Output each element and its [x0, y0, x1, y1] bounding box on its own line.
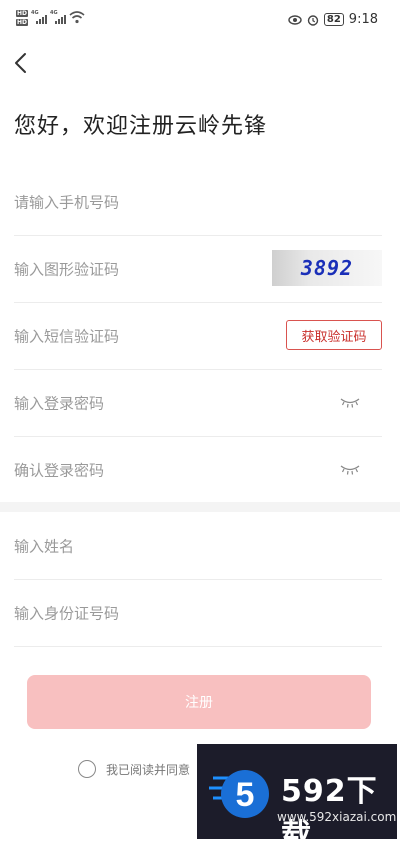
- hd-badge: HD: [16, 19, 29, 26]
- password-placeholder: 输入登录密码: [14, 394, 105, 412]
- back-button[interactable]: [10, 50, 34, 76]
- eye-closed-icon[interactable]: [340, 397, 360, 409]
- hd-indicators: HD HD: [16, 10, 29, 26]
- name-placeholder: 输入姓名: [14, 537, 75, 555]
- signal-icon: 4G: [31, 10, 48, 24]
- eye-icon: [288, 14, 302, 25]
- confirm-password-placeholder: 确认登录密码: [14, 461, 105, 479]
- captcha-code: 3892: [300, 256, 354, 280]
- chevron-left-icon: [15, 53, 26, 73]
- captcha-input[interactable]: 输入图形验证码 3892: [14, 235, 382, 303]
- clock: 9:18: [348, 12, 378, 27]
- status-bar: HD HD 4G 4G 82 9:18: [0, 0, 400, 42]
- watermark-logo: 5: [209, 770, 269, 818]
- phone-input[interactable]: 请输入手机号码: [14, 168, 382, 236]
- wifi-icon: [69, 11, 85, 24]
- site-watermark: 5 592下载 www.592xiazai.com: [197, 744, 397, 853]
- status-right: 82 9:18: [288, 12, 378, 27]
- phone-placeholder: 请输入手机号码: [14, 193, 120, 211]
- id-number-placeholder: 输入身份证号码: [14, 604, 120, 622]
- name-input[interactable]: 输入姓名: [14, 512, 382, 580]
- watermark-url: www.592xiazai.com: [277, 810, 397, 824]
- sms-code-input[interactable]: 输入短信验证码 获取验证码: [14, 302, 382, 370]
- alarm-icon: [307, 14, 319, 26]
- id-number-input[interactable]: 输入身份证号码: [14, 579, 382, 647]
- get-sms-code-button[interactable]: 获取验证码: [286, 320, 382, 350]
- agreement-row: 我已阅读并同意: [78, 760, 190, 778]
- captcha-image[interactable]: 3892: [272, 250, 382, 286]
- watermark-logo-digit: 5: [236, 776, 255, 814]
- confirm-password-input[interactable]: 确认登录密码: [14, 436, 382, 503]
- password-input[interactable]: 输入登录密码: [14, 369, 382, 437]
- page-title: 您好，欢迎注册云岭先锋: [14, 114, 268, 139]
- captcha-placeholder: 输入图形验证码: [14, 260, 120, 278]
- register-button[interactable]: 注册: [27, 675, 371, 729]
- eye-closed-icon[interactable]: [340, 464, 360, 476]
- agree-text: 我已阅读并同意: [106, 762, 191, 777]
- hd-badge: HD: [16, 10, 29, 17]
- signal-icon: 4G: [50, 10, 67, 24]
- sms-code-placeholder: 输入短信验证码: [14, 327, 120, 345]
- battery-indicator: 82: [323, 13, 344, 26]
- status-left: HD HD 4G 4G: [16, 10, 85, 26]
- section-divider: [0, 502, 400, 512]
- agree-checkbox[interactable]: [78, 760, 96, 778]
